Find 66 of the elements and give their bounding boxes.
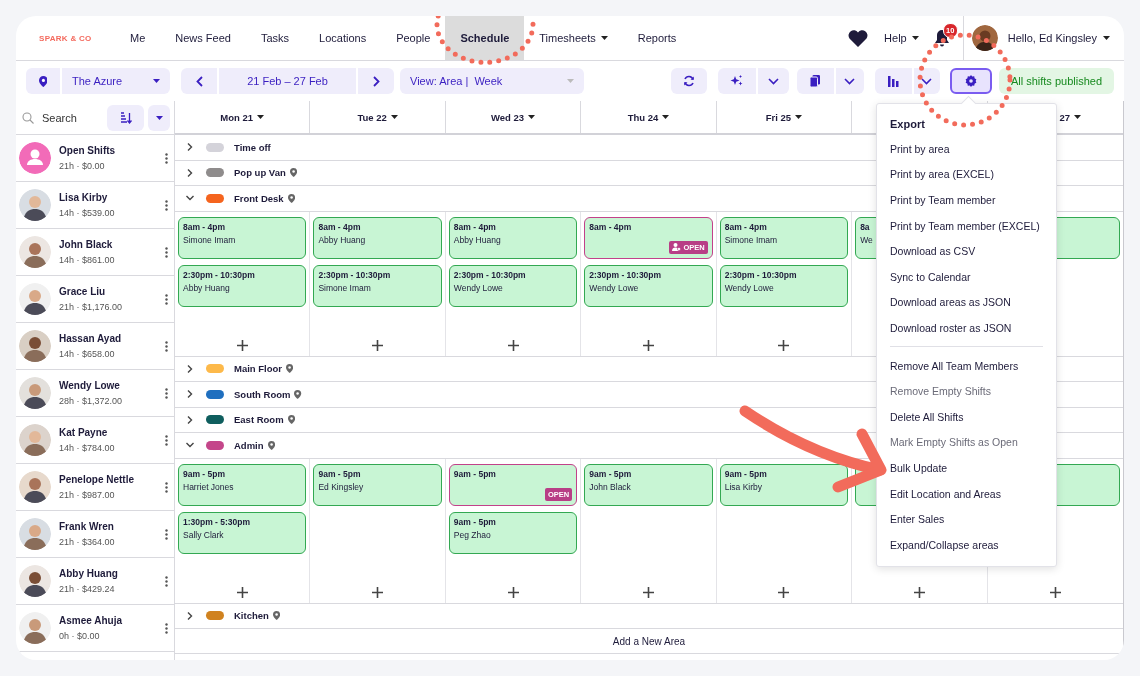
shift-assignee: Simone Imam: [183, 234, 236, 245]
shift-assignee: Wendy Lowe: [589, 282, 639, 293]
person-name: Hassan Ayad: [59, 333, 123, 344]
shift-assignee: We: [860, 234, 873, 245]
shift-assignee: Lisa Kirby: [724, 481, 763, 492]
shift-assignee: Sally Clark: [183, 529, 224, 540]
area-name: Time off: [234, 141, 271, 153]
person-hours-cost: 21h · $1,176.00: [59, 302, 124, 312]
shift-time: 2:30pm - 10:30pm: [183, 269, 255, 280]
shift-assignee: Simone Imam: [724, 234, 778, 245]
person-hours-cost: 14h · $784.00: [59, 443, 116, 453]
shift-assignee: Peg Zhao: [453, 529, 491, 540]
area-name: Admin: [234, 439, 264, 451]
person-name: John Black: [59, 239, 114, 250]
shift-time: 9am - 5pm: [453, 516, 496, 527]
shift-assignee: Simone Imam: [318, 282, 371, 293]
shift-time: 8a: [860, 221, 870, 232]
shift-time: 8am - 4pm: [318, 221, 361, 232]
person-hours-cost: 21h · $987.00: [59, 490, 116, 500]
person-name: Lisa Kirby: [59, 192, 109, 203]
shift-time: 9am - 5pm: [724, 468, 767, 479]
shift-time: 8am - 4pm: [724, 221, 767, 232]
shift-assignee: Abby Huang: [453, 234, 501, 245]
area-name: Main Floor: [234, 363, 283, 375]
area-name: Kitchen: [234, 610, 269, 622]
shift-time: 1:30pm - 5:30pm: [183, 516, 251, 527]
shift-time: 2:30pm - 10:30pm: [589, 269, 662, 280]
person-name: Penelope Nettle: [59, 474, 136, 485]
person-hours-cost: 28h · $1,372.00: [59, 396, 124, 406]
person-hours-cost: 14h · $658.00: [59, 349, 116, 359]
shift-assignee: Wendy Lowe: [724, 282, 774, 293]
person-name: Abby Huang: [59, 568, 119, 579]
area-name: Front Desk: [234, 192, 284, 204]
shift-assignee: Harriet Jones: [183, 481, 234, 492]
area-name: Pop up Van: [234, 167, 286, 179]
shift-assignee: Wendy Lowe: [453, 282, 503, 293]
person-name: Asmee Ahuja: [59, 615, 123, 626]
menu-heading: Export: [889, 118, 926, 132]
shift-assignee: Ed Kingsley: [318, 481, 364, 492]
person-hours-cost: 14h · $861.00: [59, 255, 116, 265]
person-name: Grace Liu: [59, 286, 107, 297]
shift-time: 9am - 5pm: [453, 468, 496, 479]
shift-time: 9am - 5pm: [589, 468, 632, 479]
person-name: Open Shifts: [59, 145, 117, 156]
shift-assignee: Abby Huang: [183, 282, 230, 293]
publish-status: All shifts published: [998, 68, 1114, 94]
shift-time: 2:30pm - 10:30pm: [724, 269, 797, 280]
person-hours-cost: 0h · $0.00: [59, 631, 101, 641]
person-hours-cost: 21h · $0.00: [59, 161, 106, 171]
person-name: Frank Wren: [59, 521, 115, 532]
person-name: Wendy Lowe: [59, 380, 121, 391]
shift-time: 2:30pm - 10:30pm: [453, 269, 526, 280]
shift-assignee: Abby Huang: [318, 234, 366, 245]
shift-assignee: John Black: [589, 481, 631, 492]
area-name: East Room: [234, 414, 284, 426]
shift-time: 8am - 4pm: [589, 221, 632, 232]
shift-time: 9am - 5pm: [183, 468, 226, 479]
person-hours-cost: 14h · $539.00: [59, 208, 116, 218]
shift-time: 8am - 4pm: [453, 221, 496, 232]
person-hours-cost: 21h · $429.24: [59, 584, 116, 594]
person-hours-cost: 21h · $364.00: [59, 537, 116, 547]
area-name: South Room: [234, 388, 291, 400]
person-name: Kat Payne: [59, 427, 109, 438]
shift-time: 2:30pm - 10:30pm: [318, 269, 391, 280]
shift-time: 9am - 5pm: [318, 468, 361, 479]
shift-time: 8am - 4pm: [183, 221, 226, 232]
